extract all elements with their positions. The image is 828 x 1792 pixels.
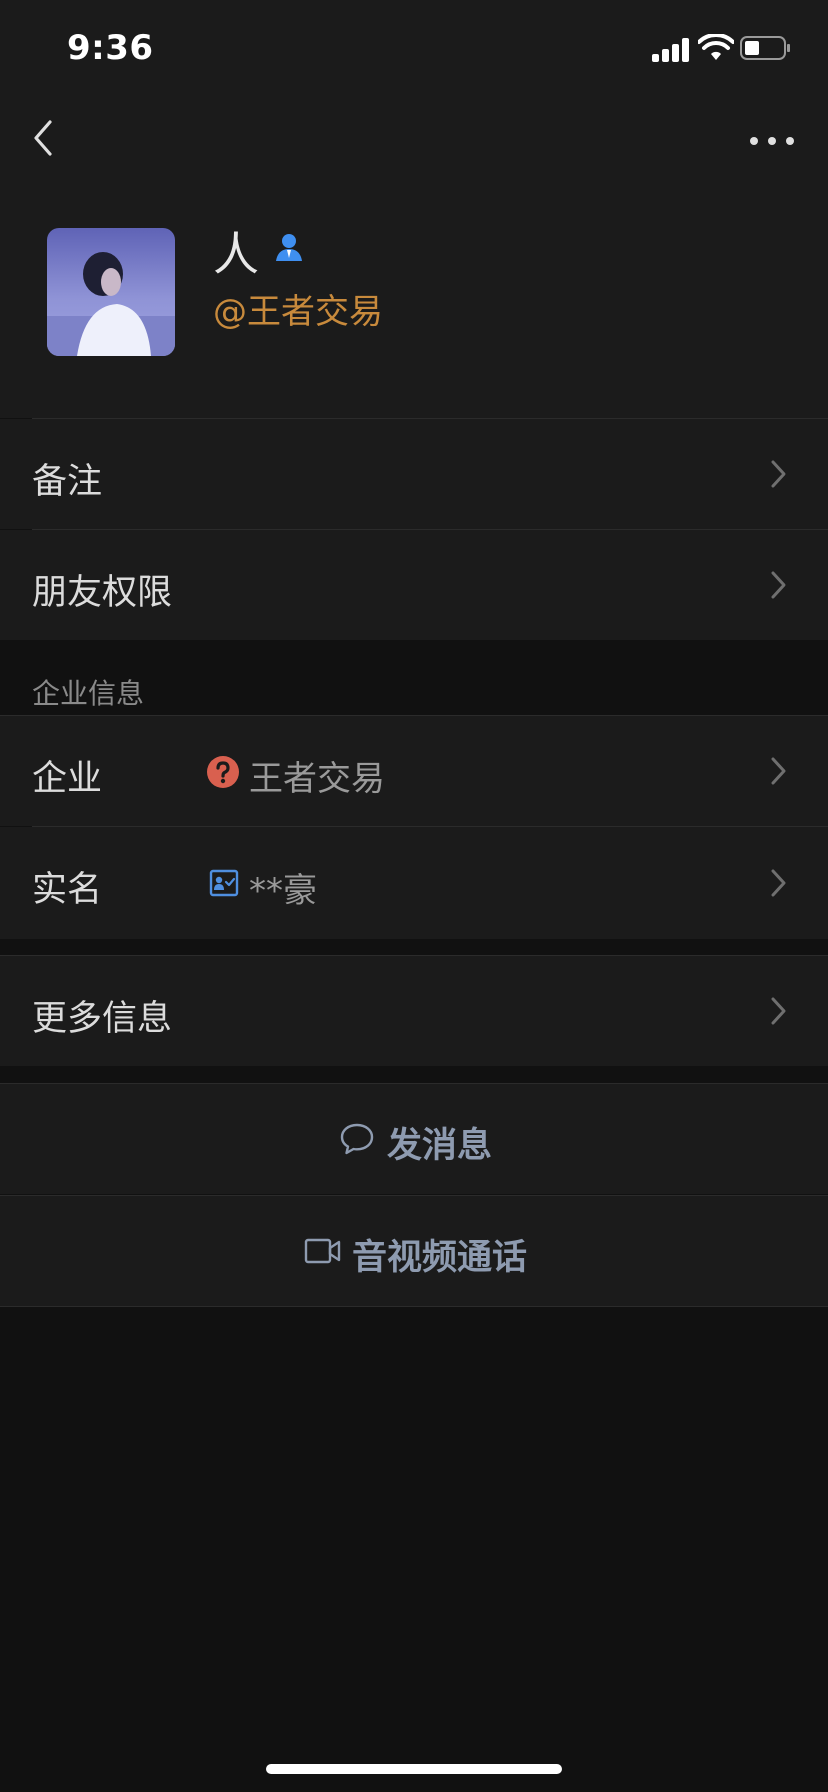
video-camera-icon (304, 1238, 341, 1264)
realname-row[interactable]: 实名 **豪 (0, 827, 828, 939)
company-value: 王者交易 (249, 759, 385, 799)
more-icon[interactable] (748, 130, 796, 152)
video-call-button[interactable]: 音视频通话 (0, 1196, 828, 1306)
back-icon[interactable] (30, 118, 58, 158)
friend-permission-row[interactable]: 朋友权限 (0, 530, 828, 640)
remark-row[interactable]: 备注 (0, 419, 828, 529)
wifi-icon (698, 34, 734, 60)
chevron-right-icon (771, 460, 786, 488)
chevron-right-icon (771, 997, 786, 1025)
divider (0, 1306, 828, 1307)
status-time: 9:36 (67, 28, 154, 68)
company-label: 企业 (32, 759, 103, 799)
signal-icon (652, 36, 692, 62)
chevron-right-icon (771, 869, 786, 897)
remark-label: 备注 (32, 462, 103, 502)
more-info-label: 更多信息 (32, 999, 173, 1039)
battery-icon (740, 36, 790, 60)
person-icon (276, 234, 302, 261)
video-call-label: 音视频通话 (352, 1238, 528, 1278)
profile-handle: @王者交易 (213, 292, 383, 332)
realname-value: **豪 (249, 871, 317, 911)
chat-bubble-icon (340, 1123, 374, 1155)
send-message-button[interactable]: 发消息 (0, 1084, 828, 1194)
send-message-label: 发消息 (387, 1126, 493, 1166)
home-indicator (266, 1764, 562, 1774)
section-title: 企业信息 (32, 677, 145, 710)
status-bar: 9:36 (0, 0, 828, 100)
chevron-right-icon (771, 571, 786, 599)
avatar[interactable] (47, 228, 175, 356)
id-card-icon (209, 869, 239, 897)
friend-permission-label: 朋友权限 (32, 573, 173, 613)
realname-label: 实名 (32, 870, 103, 910)
profile-name: 人 (213, 227, 259, 281)
chevron-right-icon (771, 757, 786, 785)
more-info-row[interactable]: 更多信息 (0, 956, 828, 1066)
question-icon (207, 756, 239, 788)
nav-bar (0, 100, 828, 200)
company-row[interactable]: 企业 王者交易 (0, 716, 828, 826)
